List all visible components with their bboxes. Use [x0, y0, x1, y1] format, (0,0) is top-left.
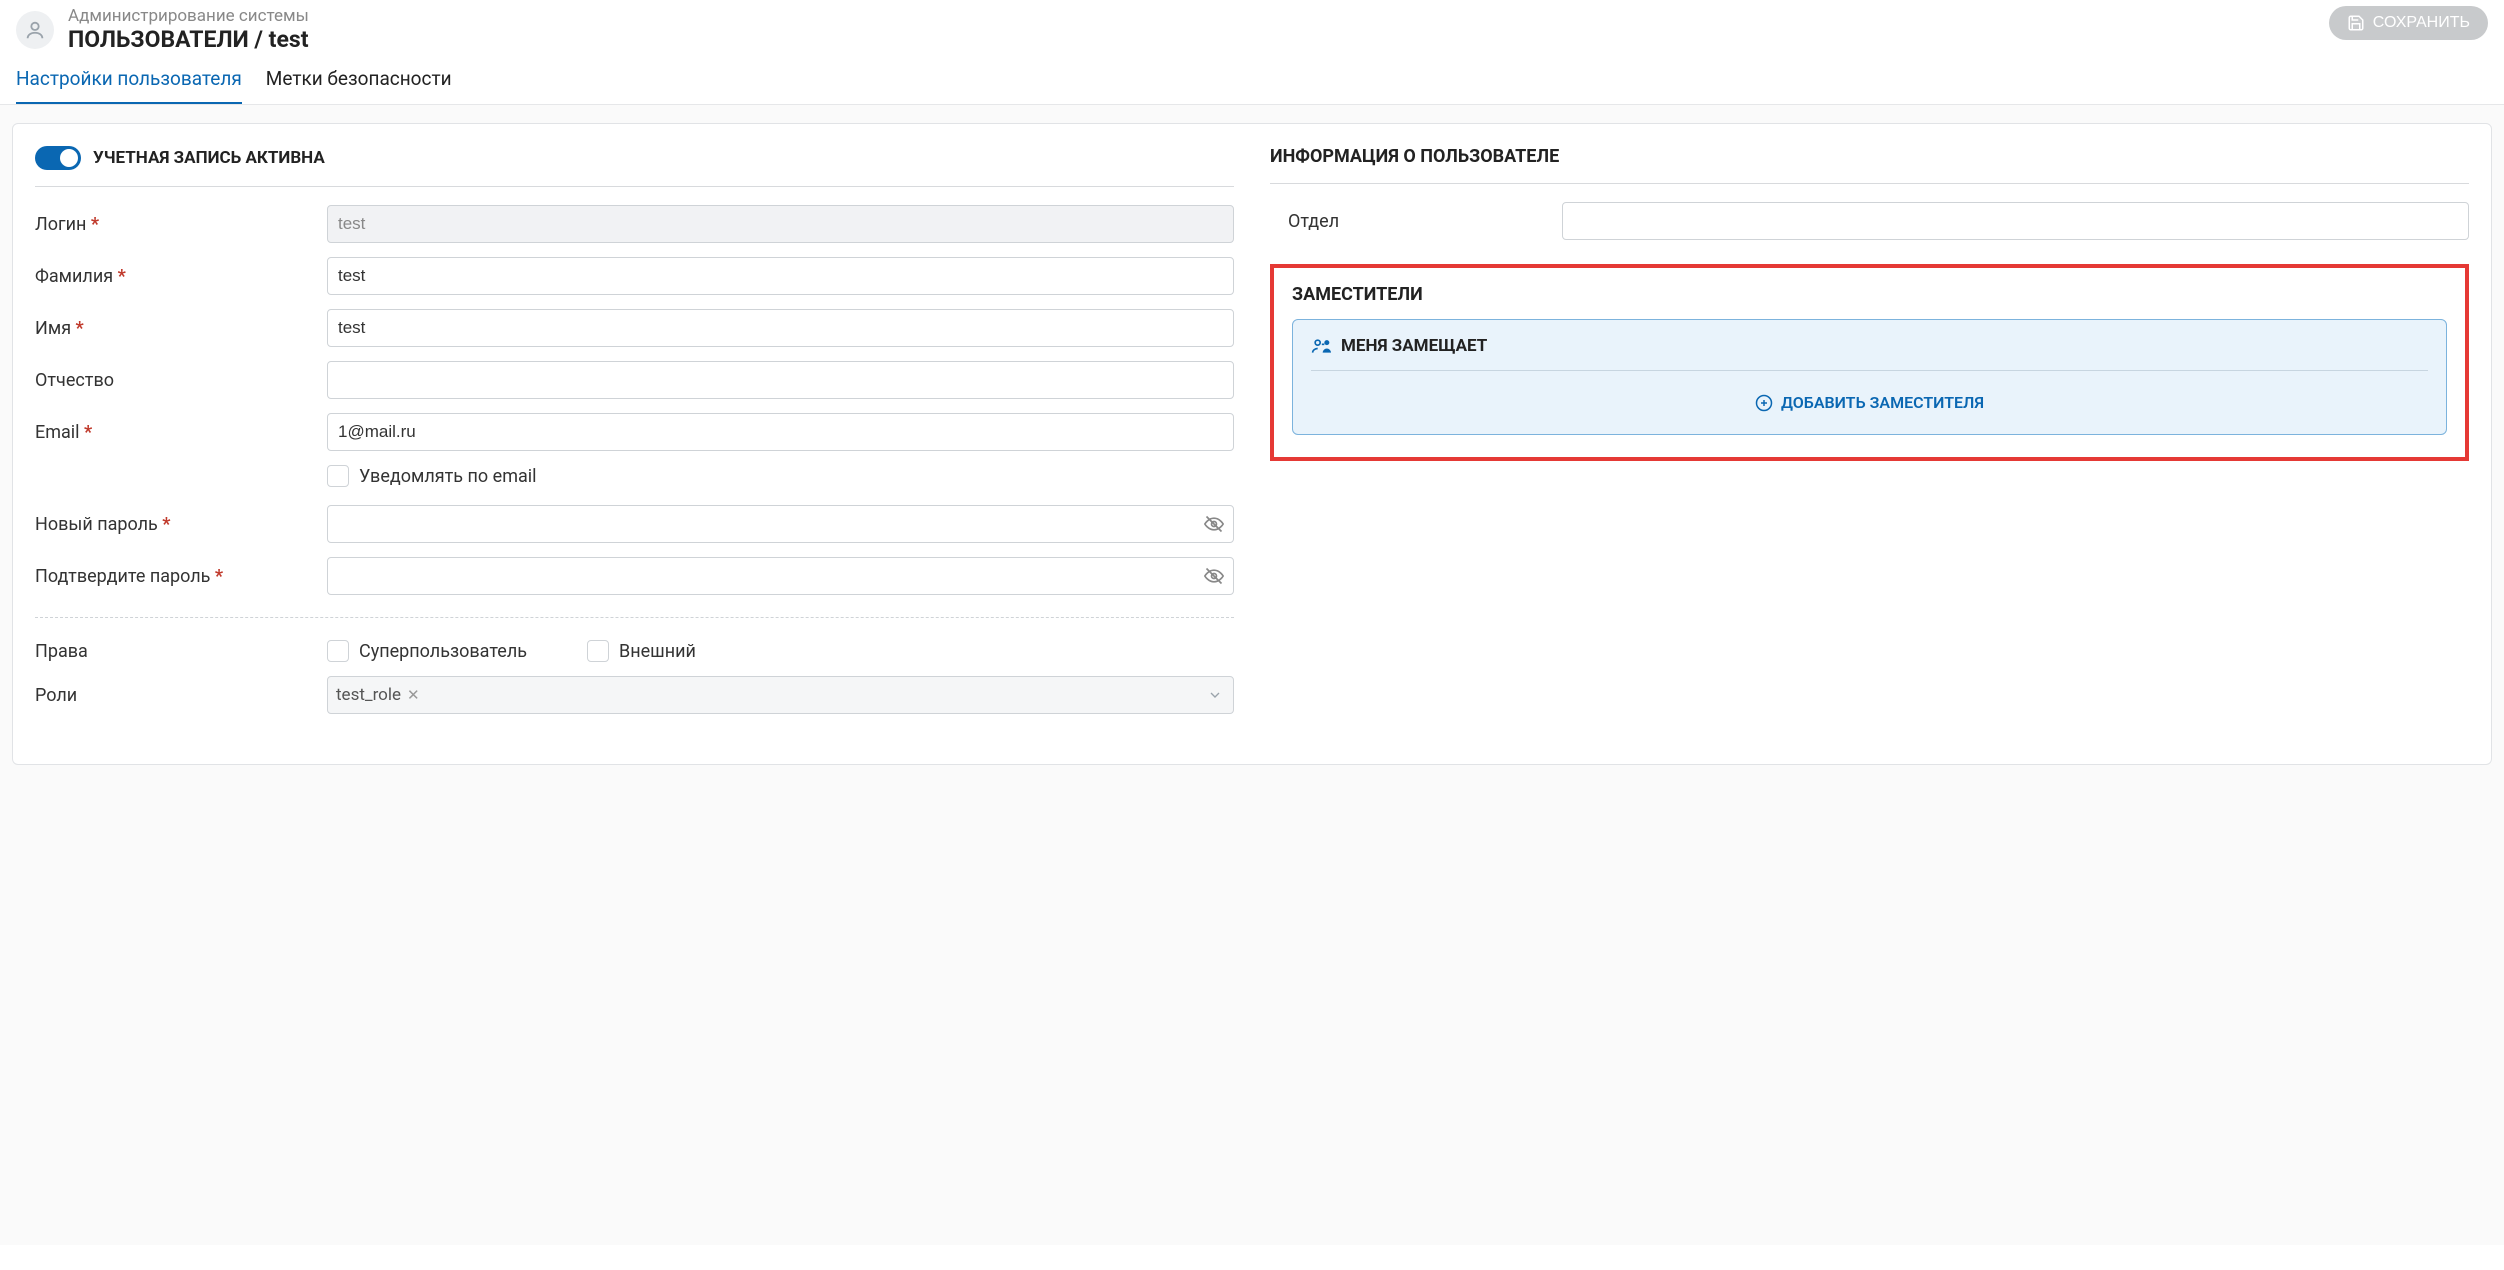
role-tag-label: test_role [336, 685, 401, 705]
roles-label: Роли [35, 685, 315, 706]
deputies-highlight: ЗАМЕСТИТЕЛИ МЕНЯ ЗАМЕЩАЕТ [1270, 264, 2469, 461]
role-tag: test_role ✕ [336, 685, 420, 705]
deputy-title-label: МЕНЯ ЗАМЕЩАЕТ [1341, 336, 1487, 356]
save-button[interactable]: СОХРАНИТЬ [2329, 6, 2488, 40]
newpass-label: Новый пароль [35, 514, 315, 535]
roles-select[interactable]: test_role ✕ [327, 676, 1234, 714]
add-deputy-button[interactable]: ДОБАВИТЬ ЗАМЕСТИТЕЛЯ [1311, 393, 2428, 412]
tab-security-labels[interactable]: Метки безопасности [266, 67, 452, 104]
superuser-checkbox[interactable] [327, 640, 349, 662]
firstname-input[interactable] [327, 309, 1234, 347]
notify-email-label: Уведомлять по email [359, 466, 537, 487]
save-icon [2347, 14, 2365, 32]
newpass-input[interactable] [327, 505, 1234, 543]
user-avatar-icon [16, 11, 54, 49]
deputies-header: ЗАМЕСТИТЕЛИ [1292, 284, 2447, 305]
firstname-label: Имя [35, 318, 315, 339]
save-button-label: СОХРАНИТЬ [2373, 14, 2470, 32]
middlename-input[interactable] [327, 361, 1234, 399]
email-label: Email [35, 422, 315, 443]
login-label: Логин [35, 214, 315, 235]
account-active-label: УЧЕТНАЯ ЗАПИСЬ АКТИВНА [93, 148, 325, 168]
confirmpass-visibility-icon[interactable] [1204, 566, 1224, 586]
divider [35, 617, 1234, 618]
department-label: Отдел [1270, 211, 1550, 232]
page-title: ПОЛЬЗОВАТЕЛИ / test [68, 26, 309, 53]
email-input[interactable] [327, 413, 1234, 451]
department-input[interactable] [1562, 202, 2469, 240]
notify-email-checkbox[interactable] [327, 465, 349, 487]
newpass-visibility-icon[interactable] [1204, 514, 1224, 534]
breadcrumb: Администрирование системы [68, 6, 309, 26]
deputy-card: МЕНЯ ЗАМЕЩАЕТ ДОБАВИТЬ ЗАМЕСТИТЕЛЯ [1292, 319, 2447, 435]
chevron-down-icon [1207, 687, 1223, 703]
external-label: Внешний [619, 641, 696, 662]
external-checkbox[interactable] [587, 640, 609, 662]
add-deputy-label: ДОБАВИТЬ ЗАМЕСТИТЕЛЯ [1781, 393, 1984, 412]
superuser-label: Суперпользователь [359, 641, 527, 662]
login-input [327, 205, 1234, 243]
lastname-input[interactable] [327, 257, 1234, 295]
middlename-label: Отчество [35, 370, 315, 391]
confirmpass-input[interactable] [327, 557, 1234, 595]
role-tag-remove-icon[interactable]: ✕ [407, 686, 420, 704]
deputy-icon [1311, 336, 1331, 356]
account-active-toggle[interactable] [35, 146, 81, 170]
rights-label: Права [35, 641, 315, 662]
plus-circle-icon [1755, 394, 1773, 412]
tab-user-settings[interactable]: Настройки пользователя [16, 67, 242, 104]
confirmpass-label: Подтвердите пароль [35, 566, 315, 587]
lastname-label: Фамилия [35, 266, 315, 287]
user-info-header: ИНФОРМАЦИЯ О ПОЛЬЗОВАТЕЛЕ [1270, 146, 2469, 184]
